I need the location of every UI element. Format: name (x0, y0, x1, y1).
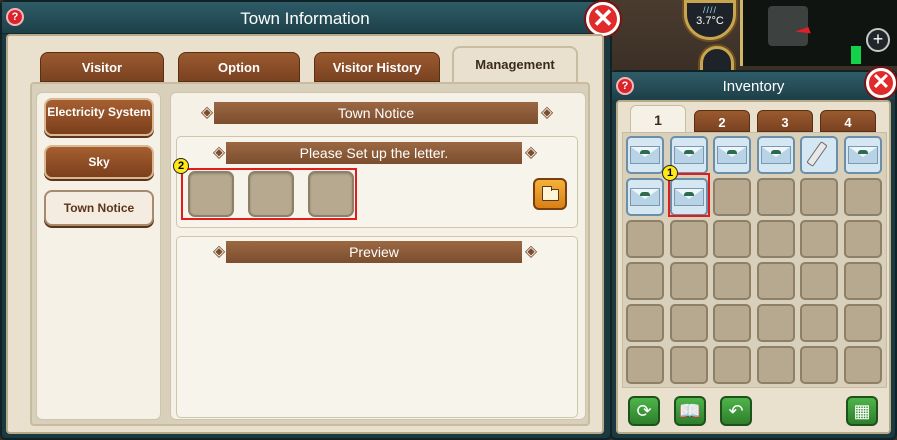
inventory-slot[interactable] (843, 304, 882, 342)
electricity-system-label: Electricity System (47, 105, 151, 119)
inventory-tab-1[interactable]: 1 (630, 105, 686, 132)
tab-option[interactable]: Option (178, 52, 300, 82)
inventory-slot[interactable] (713, 304, 751, 342)
inventory-slot[interactable] (669, 304, 708, 342)
inventory-tab-3[interactable]: 3 (757, 110, 813, 132)
envelope-icon (760, 146, 791, 164)
annotation-marker-1: 1 (662, 165, 678, 181)
refresh-button[interactable]: ⟳ (628, 396, 660, 426)
inventory-tab-4[interactable]: 4 (820, 110, 876, 132)
envelope-icon (717, 146, 747, 164)
inventory-slot[interactable] (626, 262, 664, 300)
rain-icon: //// (702, 5, 717, 15)
temperature-label: 3.7°C (696, 15, 724, 27)
open-folder-button[interactable] (533, 178, 567, 210)
inventory-help-icon[interactable]: ? (616, 77, 634, 95)
preview-header: Preview (226, 241, 522, 263)
book-icon: 📖 (678, 401, 702, 421)
banner-right-ornament-icon: ◈ (524, 144, 538, 161)
inventory-slot[interactable] (843, 220, 882, 258)
inventory-slot[interactable] (800, 178, 838, 216)
book-button[interactable]: 📖 (674, 396, 706, 426)
sky-button[interactable]: Sky (44, 145, 154, 179)
inventory-slot[interactable] (800, 346, 838, 384)
inventory-title: Inventory (722, 78, 785, 95)
inventory-slot[interactable] (843, 262, 882, 300)
pen-icon (806, 141, 828, 167)
folder-icon (542, 186, 559, 201)
inventory-slot[interactable] (800, 136, 838, 174)
inventory-slot[interactable] (756, 136, 795, 174)
envelope-icon (673, 146, 704, 164)
refresh-icon: ⟳ (636, 401, 652, 421)
letter-slot-3[interactable] (308, 171, 354, 217)
inventory-tab-2[interactable]: 2 (694, 110, 750, 132)
close-town-window-button[interactable]: ✕ (586, 2, 620, 36)
inventory-slot[interactable] (800, 304, 838, 342)
annotation-marker-2: 2 (173, 158, 189, 174)
inventory-slot[interactable] (843, 178, 882, 216)
grid-select-button[interactable]: ▦ (846, 396, 878, 426)
town-window-title: Town Information (240, 9, 370, 28)
inventory-slot[interactable] (843, 346, 882, 384)
electricity-system-button[interactable]: Electricity System (44, 98, 154, 136)
inventory-slot[interactable] (800, 220, 838, 258)
letter-slot-1[interactable] (188, 171, 234, 217)
close-inventory-button[interactable]: ✕ (866, 68, 896, 98)
town-notice-header: Town Notice (214, 102, 538, 124)
banner-right-ornament-icon: ◈ (540, 104, 554, 121)
inventory-slot[interactable] (756, 220, 795, 258)
inventory-slot[interactable] (669, 262, 708, 300)
inventory-slot[interactable] (713, 136, 751, 174)
inventory-slot[interactable] (626, 220, 664, 258)
inventory-slot[interactable] (626, 346, 664, 384)
inventory-slot[interactable] (669, 220, 708, 258)
inventory-slot[interactable] (756, 346, 795, 384)
inventory-slot[interactable] (843, 136, 882, 174)
minimap-marker (851, 46, 861, 64)
zoom-in-button[interactable]: + (866, 28, 890, 52)
inventory-slot[interactable] (756, 178, 795, 216)
inventory-slot[interactable] (800, 262, 838, 300)
open-envelope-icon (847, 146, 878, 164)
tab-visitor-history[interactable]: Visitor History (314, 52, 440, 82)
inventory-slot[interactable] (626, 136, 664, 174)
open-envelope-icon (630, 188, 660, 206)
management-sidebar (36, 92, 161, 420)
undo-icon: ↶ (728, 401, 744, 421)
undo-button[interactable]: ↶ (720, 396, 752, 426)
inventory-slot[interactable] (713, 178, 751, 216)
preview-panel (176, 236, 578, 418)
envelope-icon (630, 146, 660, 164)
inventory-slot[interactable] (626, 178, 664, 216)
inventory-slot[interactable] (756, 262, 795, 300)
letter-setup-header: Please Set up the letter. (226, 142, 522, 164)
inventory-slot[interactable] (626, 304, 664, 342)
help-icon[interactable]: ? (6, 8, 24, 26)
banner-right-ornament-icon: ◈ (524, 243, 538, 260)
letter-slot-2[interactable] (248, 171, 294, 217)
town-notice-button[interactable]: Town Notice (44, 190, 154, 226)
tab-visitor[interactable]: Visitor (40, 52, 164, 82)
inventory-slot[interactable] (713, 220, 751, 258)
inventory-slot[interactable] (713, 262, 751, 300)
tab-management[interactable]: Management (452, 46, 578, 82)
grid-select-icon: ▦ (853, 401, 871, 421)
inventory-slot[interactable] (756, 304, 795, 342)
minimap-area (768, 6, 808, 46)
town-window-title-bar[interactable]: Town Information (2, 2, 608, 34)
inventory-slot[interactable] (669, 346, 708, 384)
inventory-slot[interactable] (713, 346, 751, 384)
